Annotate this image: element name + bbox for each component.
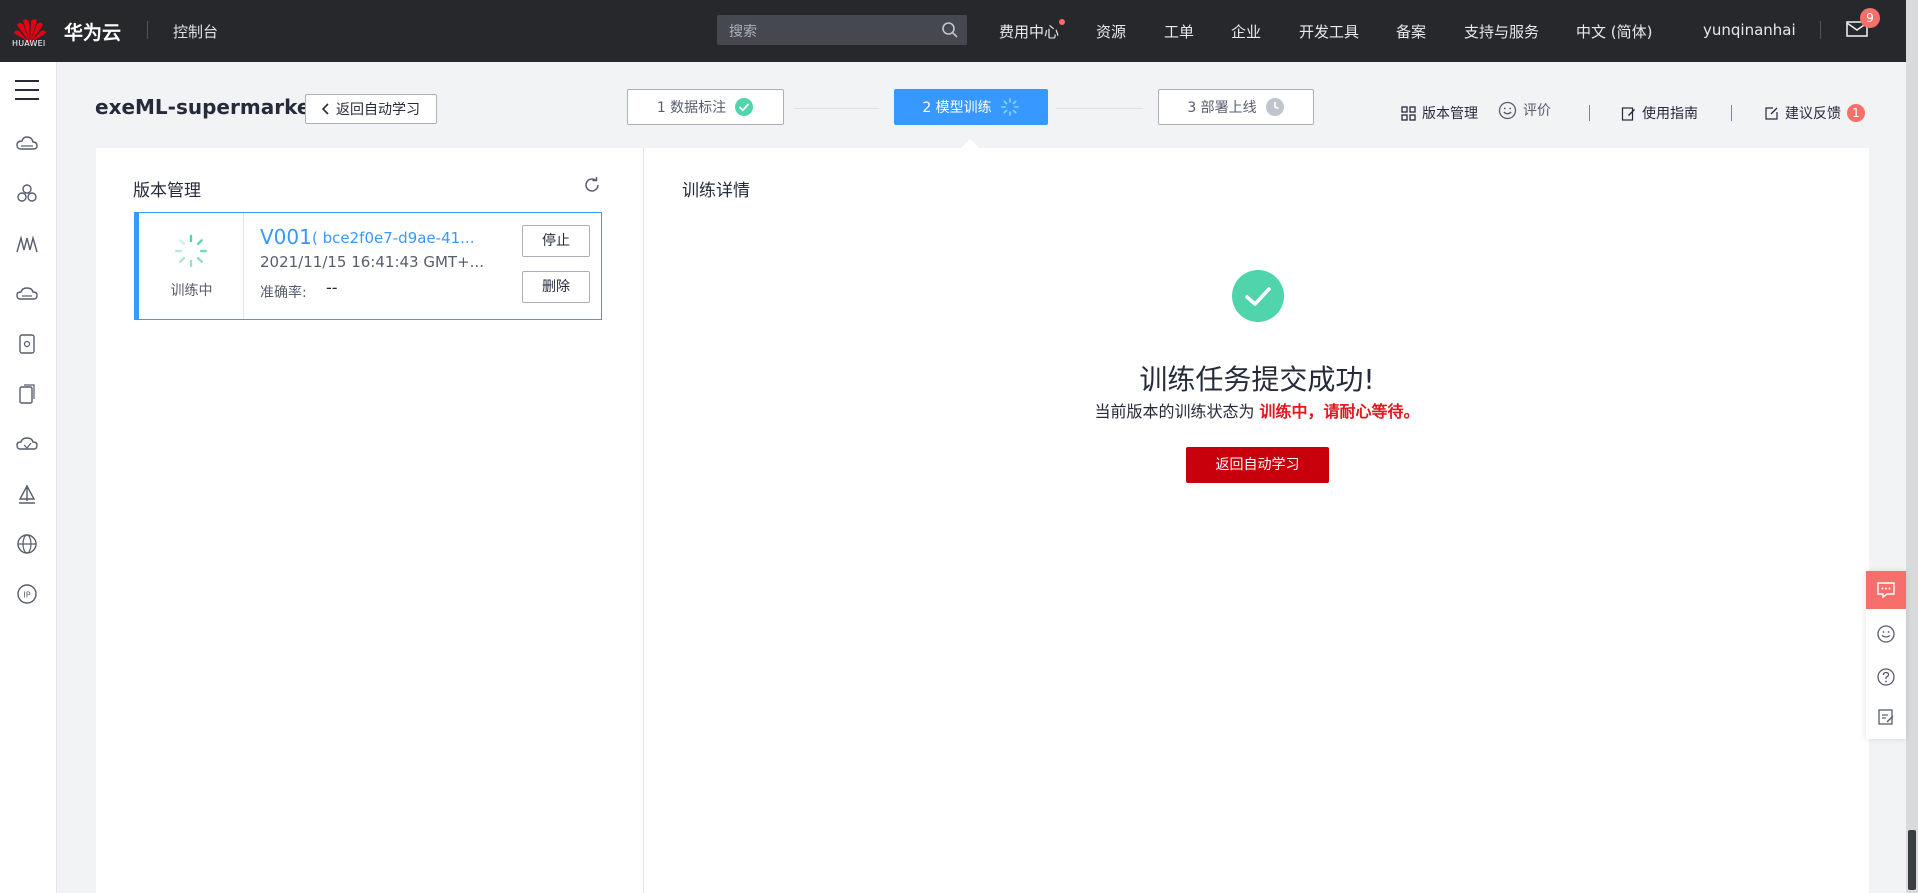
nav-tickets[interactable]: 工单 bbox=[1164, 21, 1194, 42]
waveform-icon[interactable] bbox=[15, 232, 39, 256]
search-placeholder: 搜索 bbox=[729, 24, 757, 40]
feedback-count-badge: 1 bbox=[1847, 104, 1865, 122]
smiley-chat-icon[interactable] bbox=[1876, 624, 1896, 644]
svg-text:IP: IP bbox=[23, 591, 30, 600]
nav-icp-filing[interactable]: 备案 bbox=[1396, 21, 1426, 42]
step-connector bbox=[1056, 108, 1143, 109]
notification-dot bbox=[1059, 19, 1066, 25]
logo-text: HUAWEI bbox=[12, 39, 46, 48]
user-guide-label: 使用指南 bbox=[1642, 106, 1698, 122]
version-management-link[interactable]: 版本管理 bbox=[1401, 103, 1478, 123]
edit-document-icon bbox=[1621, 106, 1635, 121]
smiley-icon bbox=[1498, 101, 1517, 119]
floating-toolbar bbox=[1866, 571, 1906, 739]
clock-icon bbox=[1265, 98, 1284, 116]
back-button-label: 返回自动学习 bbox=[336, 102, 420, 118]
brand-name[interactable]: 华为云 bbox=[64, 18, 121, 45]
version-created-time: 2021/11/15 16:41:43 GMT+... bbox=[260, 253, 484, 271]
divider bbox=[1589, 105, 1590, 121]
nav-enterprise[interactable]: 企业 bbox=[1231, 21, 1261, 42]
nav-billing-label: 费用中心 bbox=[999, 23, 1060, 41]
accuracy-value: -- bbox=[326, 278, 338, 297]
version-management-label: 版本管理 bbox=[1422, 106, 1478, 122]
stop-button[interactable]: 停止 bbox=[522, 225, 590, 257]
panel-title: 训练详情 bbox=[682, 181, 750, 201]
scrollbar-thumb[interactable] bbox=[1908, 830, 1916, 890]
left-sidebar: IP bbox=[0, 62, 57, 893]
menu-icon[interactable] bbox=[15, 80, 39, 100]
rate-label: 评价 bbox=[1523, 103, 1551, 119]
feedback-label: 建议反馈 bbox=[1785, 106, 1841, 122]
delete-button[interactable]: 删除 bbox=[522, 271, 590, 303]
chat-button[interactable] bbox=[1866, 571, 1906, 609]
feedback-link[interactable]: 建议反馈 1 bbox=[1764, 103, 1865, 123]
refresh-icon[interactable] bbox=[583, 176, 601, 194]
cloud-server-icon[interactable] bbox=[15, 132, 39, 156]
step-model-training[interactable]: 2 模型训练 bbox=[894, 89, 1048, 125]
loading-spinner-icon bbox=[1000, 98, 1019, 116]
step-label: 3 部署上线 bbox=[1187, 100, 1257, 116]
loading-spinner-icon bbox=[174, 234, 208, 268]
feedback-form-icon[interactable] bbox=[1876, 707, 1896, 727]
page-scrollbar[interactable] bbox=[1906, 0, 1918, 893]
username-menu[interactable]: yunqinanhai bbox=[1703, 21, 1796, 39]
feedback-edit-icon bbox=[1765, 106, 1778, 120]
accuracy-label: 准确率: bbox=[260, 285, 307, 301]
database-icon[interactable] bbox=[15, 332, 39, 356]
grid-icon bbox=[1401, 105, 1416, 121]
console-link[interactable]: 控制台 bbox=[173, 21, 218, 42]
help-icon[interactable] bbox=[1876, 667, 1896, 687]
step-label: 2 模型训练 bbox=[922, 100, 992, 116]
status-prefix: 当前版本的训练状态为 bbox=[1094, 402, 1255, 421]
chevron-left-icon bbox=[322, 103, 329, 115]
nav-dev-tools[interactable]: 开发工具 bbox=[1299, 21, 1359, 42]
step-data-labeling[interactable]: 1 数据标注 bbox=[627, 89, 784, 125]
user-guide-link[interactable]: 使用指南 bbox=[1621, 103, 1698, 123]
status-label: 训练中 bbox=[170, 283, 213, 299]
mail-count-badge: 9 bbox=[1860, 8, 1880, 28]
step-deploy[interactable]: 3 部署上线 bbox=[1158, 89, 1314, 125]
divider bbox=[1731, 105, 1732, 121]
back-to-automl-primary-button[interactable]: 返回自动学习 bbox=[1186, 447, 1329, 483]
ip-address-icon[interactable]: IP bbox=[15, 582, 39, 606]
version-name[interactable]: V001 bbox=[260, 225, 312, 249]
version-management-panel: 版本管理 训练中 V001 ( bce2f0e7-d9ae-41... 2021… bbox=[96, 148, 643, 893]
nav-billing-center[interactable]: 费用中心 bbox=[999, 19, 1066, 42]
version-card[interactable]: 训练中 V001 ( bce2f0e7-d9ae-41... 2021/11/1… bbox=[134, 212, 602, 320]
training-details-panel: 训练详情 训练任务提交成功! 当前版本的训练状态为 训练中，请耐心等待。 返回自… bbox=[643, 148, 1869, 893]
success-title: 训练任务提交成功! bbox=[1139, 363, 1375, 396]
top-navigation-bar: HUAWEI 华为云 控制台 搜索 费用中心 资源 工单 企业 开发工具 备案 … bbox=[0, 0, 1906, 62]
cloud-sync-icon[interactable] bbox=[15, 432, 39, 456]
language-selector[interactable]: 中文 (简体) bbox=[1576, 21, 1652, 42]
panel-title: 版本管理 bbox=[133, 181, 201, 201]
page-title: exeML-supermarket bbox=[95, 95, 320, 119]
training-status-message: 当前版本的训练状态为 训练中，请耐心等待。 bbox=[644, 398, 1870, 422]
success-check-icon bbox=[1232, 270, 1284, 322]
divider bbox=[1820, 21, 1821, 39]
version-id: ( bce2f0e7-d9ae-41... bbox=[312, 229, 475, 247]
active-step-pointer bbox=[961, 139, 979, 148]
sailboat-icon[interactable] bbox=[15, 482, 39, 506]
chat-bubble-icon bbox=[1877, 582, 1895, 599]
step-connector bbox=[794, 108, 879, 109]
cloud-storage-icon[interactable] bbox=[15, 282, 39, 306]
search-icon[interactable] bbox=[941, 21, 959, 39]
nav-support-services[interactable]: 支持与服务 bbox=[1464, 21, 1539, 42]
step-label: 1 数据标注 bbox=[656, 100, 727, 116]
cluster-icon[interactable] bbox=[15, 182, 39, 206]
rate-link[interactable]: 评价 bbox=[1498, 100, 1551, 120]
back-to-automl-button[interactable]: 返回自动学习 bbox=[305, 94, 437, 124]
document-stack-icon[interactable] bbox=[15, 382, 39, 406]
version-status: 训练中 bbox=[139, 213, 244, 319]
check-circle-icon bbox=[735, 98, 754, 116]
nav-resources[interactable]: 资源 bbox=[1096, 21, 1126, 42]
status-highlight: 训练中，请耐心等待。 bbox=[1259, 402, 1420, 421]
divider bbox=[147, 21, 148, 39]
search-input[interactable]: 搜索 bbox=[717, 15, 967, 45]
globe-icon[interactable] bbox=[15, 532, 39, 556]
